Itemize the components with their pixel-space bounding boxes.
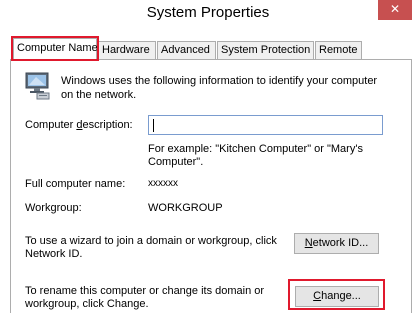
workgroup-label: Workgroup: [25, 202, 82, 214]
computer-description-label: Computer description: [25, 119, 133, 131]
network-id-text-line2: Network ID. [25, 248, 83, 260]
network-id-text-line1: To use a wizard to join a domain or work… [25, 235, 277, 247]
intro-text-line2: on the network. [61, 89, 137, 101]
tab-hardware[interactable]: Hardware [98, 41, 156, 59]
system-properties-window: System Properties ✕ Computer Name Hardwa… [0, 0, 416, 313]
tab-advanced[interactable]: Advanced [157, 41, 216, 59]
tab-computer-name[interactable]: Computer Name [13, 38, 98, 59]
title-bar: System Properties ✕ [0, 0, 416, 34]
window-title: System Properties [146, 4, 270, 21]
change-text-line1: To rename this computer or change its do… [25, 285, 265, 297]
network-id-button[interactable]: Network ID... [294, 233, 379, 254]
example-text-line1: For example: "Kitchen Computer" or "Mary… [148, 143, 363, 155]
change-button[interactable]: Change... [295, 286, 379, 307]
tab-strip: Computer Name Hardware Advanced System P… [10, 38, 410, 59]
tab-panel-computer-name: Windows uses the following information t… [10, 59, 412, 313]
full-computer-name-value: xxxxxx [148, 178, 178, 189]
workgroup-value: WORKGROUP [148, 202, 223, 214]
change-text-line2: workgroup, click Change. [25, 298, 149, 310]
intro-text-line1: Windows uses the following information t… [61, 75, 378, 87]
tab-remote[interactable]: Remote [315, 41, 362, 59]
full-computer-name-label: Full computer name: [25, 178, 126, 190]
close-button[interactable]: ✕ [378, 0, 412, 20]
example-text-line2: Computer". [148, 156, 204, 168]
computer-monitor-icon [25, 72, 50, 100]
tab-system-protection[interactable]: System Protection [217, 41, 314, 59]
computer-description-input[interactable] [148, 115, 383, 135]
text-caret [153, 119, 154, 132]
